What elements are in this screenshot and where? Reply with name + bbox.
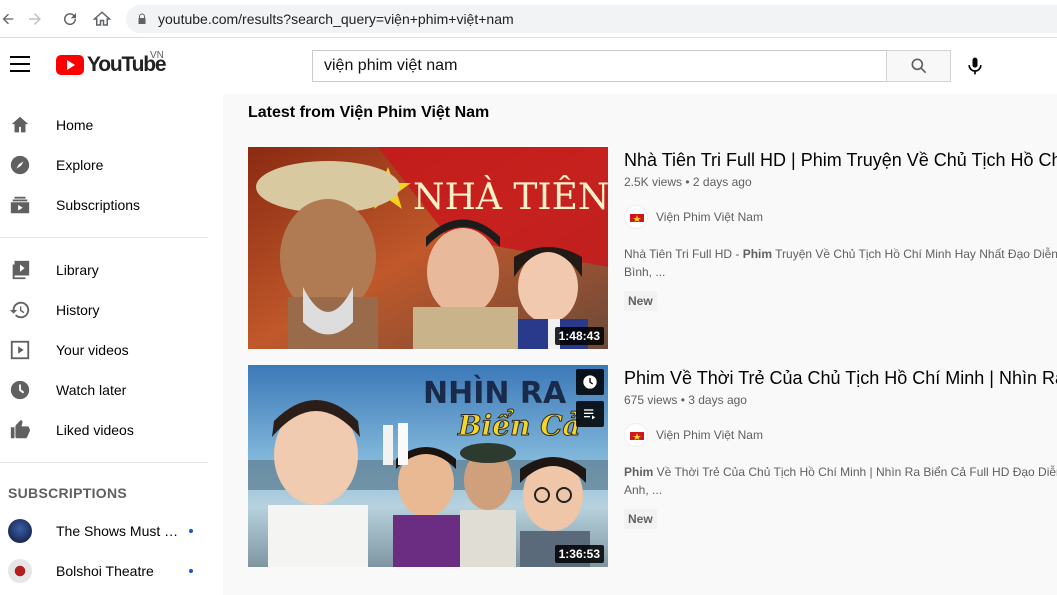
address-bar[interactable]: youtube.com/results?search_query=viện+ph… <box>126 5 1057 33</box>
your-videos-icon <box>9 339 31 361</box>
subscription-name: Bolshoi Theatre <box>56 563 154 579</box>
history-icon <box>9 299 31 321</box>
sidebar-item-label: Subscriptions <box>56 197 141 213</box>
youtube-header: YouTube VN viện phim việt nam <box>0 38 1057 94</box>
subscription-name: The Shows Must Go On <box>56 523 180 539</box>
video-meta: 2.5K views • 2 days ago <box>624 175 752 189</box>
video-duration: 1:36:53 <box>554 545 604 563</box>
thumbnail-image: NHÀ TIÊN TRI <box>248 147 608 349</box>
channel-name: Viện Phim Việt Nam <box>656 428 763 442</box>
subscriptions-heading: SUBSCRIPTIONS <box>8 485 128 501</box>
results-area: Latest from Viện Phim Việt Nam NHÀ TIÊN … <box>223 94 1057 595</box>
video-description: Phim Về Thời Trẻ Của Chủ Tịch Hồ Chí Min… <box>624 465 1057 497</box>
view-count: 2.5K views <box>624 175 683 189</box>
sidebar-divider <box>0 237 208 238</box>
sidebar: Home Explore Subscriptions Library Histo… <box>0 94 223 595</box>
youtube-play-icon <box>56 55 84 75</box>
home-page-icon <box>93 10 111 26</box>
channel-row[interactable]: Viện Phim Việt Nam <box>624 205 1057 229</box>
liked-icon <box>9 419 31 441</box>
section-title: Latest from Viện Phim Việt Nam <box>248 104 490 121</box>
forward-arrow-icon <box>29 12 41 25</box>
url-text: youtube.com/results?search_query=viện+ph… <box>158 11 514 27</box>
microphone-icon <box>968 57 982 75</box>
video-thumbnail[interactable]: NHÀ TIÊN TRI 1:48:43 <box>248 147 608 349</box>
search-icon <box>911 58 926 74</box>
video-result[interactable]: NHÀ TIÊN TRI 1:48:43 Nhà Tiên Tri Full H… <box>248 147 1057 349</box>
sidebar-divider <box>0 462 208 463</box>
back-arrow-icon <box>2 13 14 24</box>
subscription-item[interactable]: The Shows Must Go On <box>0 511 223 551</box>
sidebar-item-home[interactable]: Home <box>0 105 223 145</box>
home-button[interactable] <box>86 0 118 38</box>
sidebar-item-label: Home <box>56 117 94 133</box>
sidebar-item-your-videos[interactable]: Your videos <box>0 330 223 370</box>
channel-avatar <box>8 559 32 583</box>
home-icon <box>9 114 31 136</box>
sidebar-item-label: Library <box>56 262 99 278</box>
country-code: VN <box>150 50 164 61</box>
channel-row[interactable]: Viện Phim Việt Nam <box>624 423 1057 447</box>
sidebar-item-label: Watch later <box>56 382 127 398</box>
sidebar-item-label: Explore <box>56 157 104 173</box>
thumbnail-title-text: NHÀ TIÊN TRI <box>413 176 608 218</box>
sidebar-item-label: Your videos <box>56 342 129 358</box>
watch-later-icon[interactable] <box>576 369 604 395</box>
channel-avatar <box>8 519 32 543</box>
library-icon <box>9 259 31 281</box>
sidebar-item-history[interactable]: History <box>0 290 223 330</box>
new-content-dot <box>189 569 193 573</box>
forward-button[interactable] <box>16 0 54 38</box>
view-count: 675 views <box>624 393 678 407</box>
sidebar-item-subscriptions[interactable]: Subscriptions <box>0 185 223 225</box>
sidebar-item-library[interactable]: Library <box>0 250 223 290</box>
video-title[interactable]: Phim Về Thời Trẻ Của Chủ Tịch Hồ Chí Min… <box>624 365 1057 391</box>
explore-icon <box>9 154 31 176</box>
video-meta: 675 views • 3 days ago <box>624 393 747 407</box>
new-badge: New <box>624 509 657 529</box>
video-info: Phim Về Thời Trẻ Của Chủ Tịch Hồ Chí Min… <box>624 365 1057 529</box>
sidebar-item-explore[interactable]: Explore <box>0 145 223 185</box>
channel-name: Viện Phim Việt Nam <box>656 210 763 224</box>
lock-icon <box>138 13 146 24</box>
sidebar-item-label: Liked videos <box>56 422 134 438</box>
back-button[interactable] <box>0 0 16 38</box>
new-badge: New <box>624 291 657 311</box>
add-to-queue-icon[interactable] <box>576 401 604 427</box>
upload-age: 2 days ago <box>692 175 752 189</box>
new-content-dot <box>189 529 193 533</box>
video-result[interactable]: NHÌN RA Biển Cả 1:36:53 Phim Về Thời Trẻ… <box>248 365 1057 567</box>
sidebar-item-liked-videos[interactable]: Liked videos <box>0 410 223 450</box>
video-title[interactable]: Nhà Tiên Tri Full HD | Phim Truyện Về Ch… <box>624 147 1057 173</box>
sidebar-item-label: History <box>56 302 100 318</box>
subscription-item[interactable]: Bolshoi Theatre <box>0 551 223 591</box>
svg-text:Biển Cả: Biển Cả <box>457 408 581 442</box>
search-button[interactable] <box>886 50 951 82</box>
reload-button[interactable] <box>54 0 86 38</box>
channel-avatar <box>624 205 648 229</box>
channel-avatar <box>624 423 648 447</box>
subscriptions-icon <box>9 194 31 216</box>
video-thumbnail[interactable]: NHÌN RA Biển Cả 1:36:53 <box>248 365 608 567</box>
sidebar-item-watch-later[interactable]: Watch later <box>0 370 223 410</box>
menu-icon[interactable] <box>10 56 30 72</box>
upload-age: 3 days ago <box>688 393 747 407</box>
reload-icon <box>64 12 77 25</box>
video-duration: 1:48:43 <box>554 327 604 345</box>
thumbnail-image: NHÌN RA Biển Cả <box>248 365 608 567</box>
search-query: viện phim việt nam <box>324 57 458 74</box>
thumbnail-title-text: NHÌN RA <box>423 375 567 411</box>
youtube-logo[interactable]: YouTube VN <box>56 50 167 77</box>
browser-toolbar: youtube.com/results?search_query=viện+ph… <box>0 0 1057 38</box>
video-info: Nhà Tiên Tri Full HD | Phim Truyện Về Ch… <box>624 147 1057 311</box>
video-description: Nhà Tiên Tri Full HD - Phim Truyện Về Ch… <box>624 247 1057 279</box>
search-input[interactable]: viện phim việt nam <box>312 50 887 82</box>
watch-later-icon <box>9 379 31 401</box>
voice-search-button[interactable] <box>960 52 990 80</box>
